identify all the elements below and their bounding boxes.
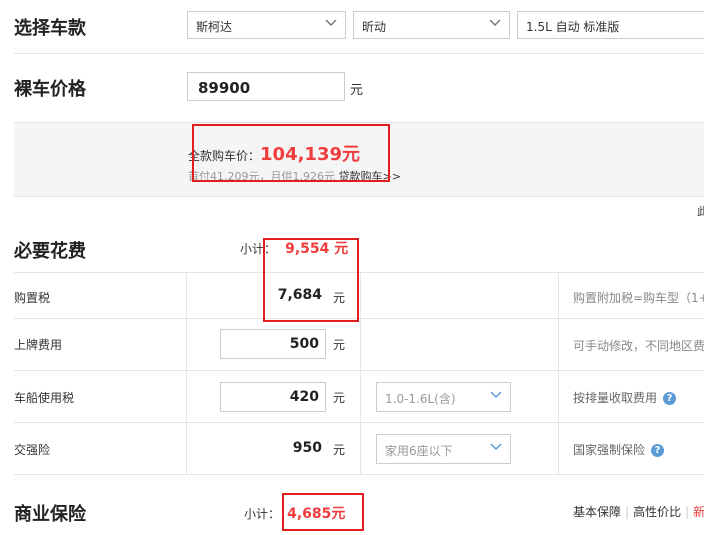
divider	[558, 272, 559, 474]
help-icon[interactable]: ?	[651, 444, 665, 457]
chevron-down-icon	[490, 391, 502, 399]
model-select[interactable]: 昕动	[353, 11, 510, 39]
version-select[interactable]: 1.5L 自动 标准版	[517, 11, 704, 39]
divider	[14, 370, 704, 371]
plate-fee-input[interactable]: 500	[220, 329, 326, 359]
plate-fee-note: 可手动修改，不同地区费	[573, 339, 704, 353]
displacement-select[interactable]: 1.0-1.6L(含)	[376, 382, 511, 412]
compulsory-insurance-unit: 元	[333, 443, 346, 457]
compulsory-insurance-note: 国家强制保险?	[573, 441, 665, 458]
divider	[14, 318, 704, 319]
tab-separator: |	[685, 505, 690, 519]
bare-price-unit: 元	[350, 83, 364, 98]
tab-basic[interactable]: 基本保障	[573, 505, 621, 519]
commercial-title: 商业保险	[14, 504, 86, 525]
chevron-down-icon	[490, 443, 502, 451]
divider	[14, 53, 704, 54]
divider	[14, 474, 704, 475]
vehicle-tax-input[interactable]: 420	[220, 382, 326, 412]
plate-fee-label: 上牌费用	[14, 338, 63, 352]
help-icon[interactable]: ?	[663, 392, 677, 405]
displacement-select-value: 1.0-1.6L(含)	[385, 392, 456, 406]
chevron-down-icon	[489, 19, 501, 27]
highlight-box	[192, 124, 390, 182]
highlight-box	[282, 493, 364, 531]
divider	[14, 272, 704, 273]
purchase-tax-note: 购置附加税=购车型（1+	[573, 291, 704, 305]
chevron-down-icon	[325, 19, 337, 27]
compulsory-insurance-note-text: 国家强制保险	[573, 443, 646, 457]
highlight-box	[263, 238, 359, 322]
divider	[360, 272, 361, 474]
select-car-title: 选择车款	[14, 18, 86, 39]
divider	[186, 272, 187, 474]
vehicle-tax-note: 按排量收取费用?	[573, 389, 677, 406]
tab-new[interactable]: 新	[693, 505, 704, 519]
brand-select[interactable]: 斯柯达	[187, 11, 346, 39]
vehicle-tax-label: 车船使用税	[14, 391, 75, 405]
bare-price-title: 裸车价格	[14, 79, 86, 100]
brand-select-value: 斯柯达	[196, 20, 233, 34]
compulsory-insurance-value: 950	[292, 440, 322, 456]
required-title: 必要花费	[14, 241, 86, 262]
tab-separator: |	[625, 505, 630, 519]
vehicle-tax-unit: 元	[333, 391, 346, 405]
compulsory-insurance-label: 交强险	[14, 443, 51, 457]
plate-fee-unit: 元	[333, 338, 346, 352]
divider	[14, 422, 704, 423]
version-select-value: 1.5L 自动 标准版	[526, 20, 620, 34]
cut-text: 此	[697, 205, 704, 218]
tab-value[interactable]: 高性价比	[633, 505, 681, 519]
purchase-tax-label: 购置税	[14, 291, 51, 305]
bare-price-input[interactable]: 89900	[187, 72, 345, 101]
model-select-value: 昕动	[362, 20, 387, 34]
insurance-tabs: 基本保障 | 高性价比 | 新	[573, 503, 704, 520]
commercial-subtotal-label: 小计：	[244, 507, 281, 521]
vehicle-tax-note-text: 按排量收取费用	[573, 391, 658, 405]
seat-type-select[interactable]: 家用6座以下	[376, 434, 511, 464]
seat-type-select-value: 家用6座以下	[385, 444, 453, 458]
